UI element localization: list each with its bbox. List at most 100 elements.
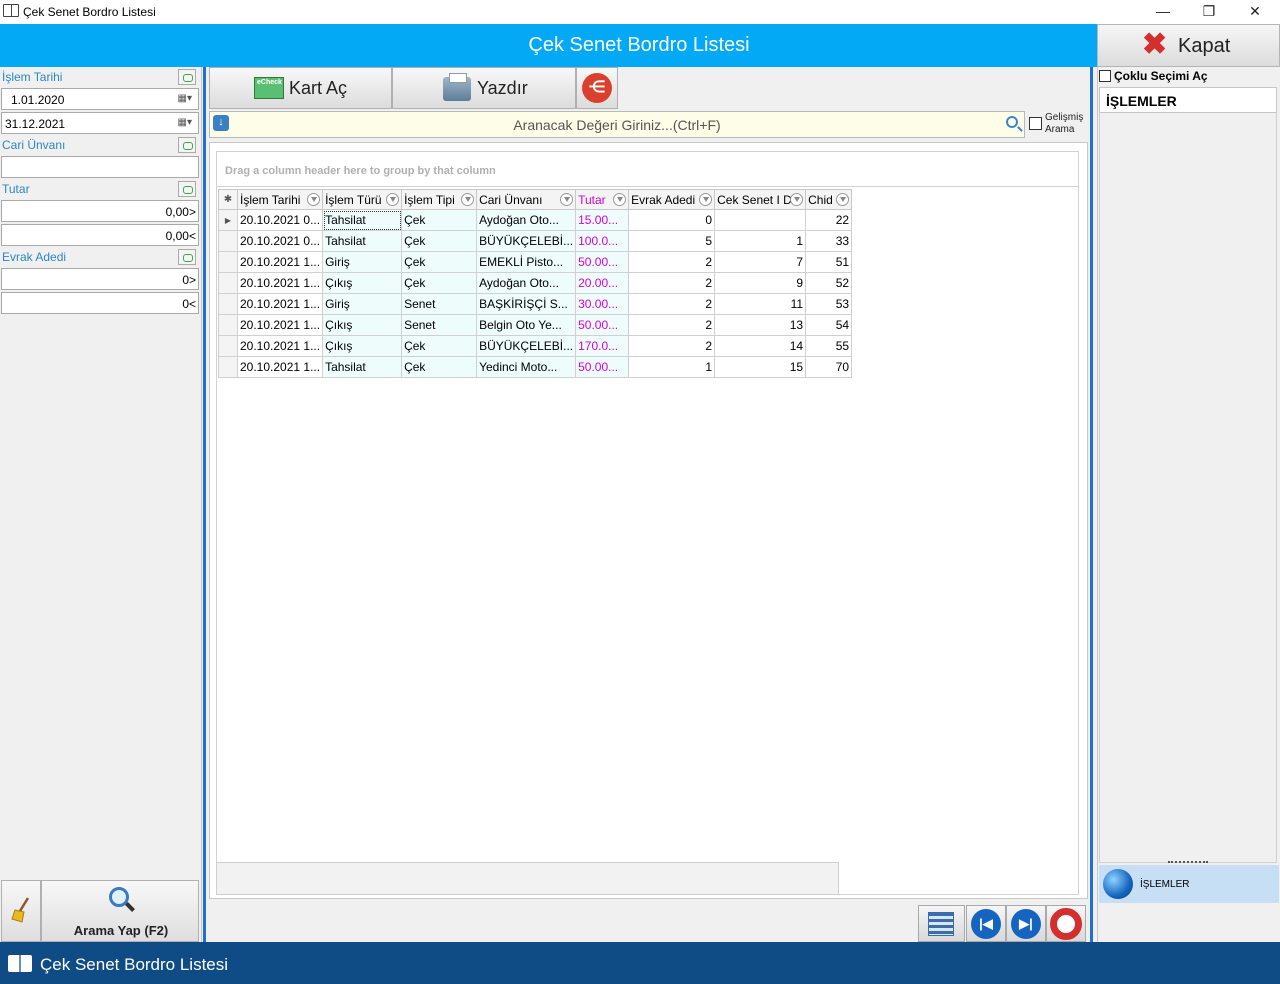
islemler-nav-item[interactable]: İŞLEMLER [1099,865,1279,903]
table-cell[interactable]: 20.10.2021 1... [236,356,324,378]
table-cell[interactable]: Giriş [322,251,403,273]
clear-filters-button[interactable] [1,880,41,942]
table-cell[interactable]: BAŞKİRİŞÇİ S... [476,293,577,315]
row-indicator[interactable]: ▶ [218,209,238,231]
table-cell[interactable] [714,209,807,231]
table-cell[interactable]: Çek [401,251,478,273]
table-cell[interactable]: 51 [805,251,853,273]
right-splitter[interactable] [1090,67,1093,942]
table-cell[interactable]: 30.00... [575,293,630,315]
table-cell[interactable]: 2 [628,251,716,273]
table-cell[interactable]: Aydoğan Oto... [476,209,577,231]
table-cell[interactable]: Çek [401,272,478,294]
table-row[interactable]: 20.10.2021 1... Tahsilat Çek Yedinci Moto..… [218,356,853,378]
row-indicator[interactable] [218,230,238,252]
row-indicator[interactable] [218,356,238,378]
advanced-search-checkbox[interactable]: Gelişmiş Arama [1029,112,1089,138]
filter-icon[interactable] [461,193,475,206]
table-cell[interactable]: 15 [714,356,807,378]
date-to-field[interactable]: 31.12.2021 ▦▾ [1,112,199,134]
table-cell[interactable]: Belgin Oto Ye... [476,314,577,336]
evrak-max-field[interactable]: 0< [1,292,199,314]
table-cell[interactable]: 20.10.2021 1... [236,335,324,357]
row-indicator[interactable] [218,293,238,315]
table-row[interactable]: 20.10.2021 1... Çıkış Çek BÜYÜKÇELEBİ... 170… [218,335,853,357]
row-indicator[interactable] [218,272,238,294]
table-cell[interactable]: 52 [805,272,853,294]
table-cell[interactable]: 54 [805,314,853,336]
table-cell[interactable]: 20.10.2021 1... [236,272,324,294]
islem-tarihi-apply-icon[interactable] [178,69,196,85]
filter-icon[interactable] [836,193,850,206]
close-window-button[interactable]: ✕ [1232,0,1278,24]
table-cell[interactable]: Çek [401,335,478,357]
table-cell[interactable]: 5 [628,230,716,252]
date-from-field[interactable]: 1.01.2020 ▦▾ [1,88,199,110]
filter-icon[interactable] [699,193,713,206]
table-cell[interactable]: Çek [401,356,478,378]
table-cell[interactable]: 1 [714,230,807,252]
advanced-search-box[interactable] [1029,117,1042,130]
search-icon[interactable] [1006,116,1018,128]
col-cari-unvani[interactable]: Cari Ünvanı [476,189,577,210]
column-chooser-button[interactable] [918,905,965,942]
table-cell[interactable]: BÜYÜKÇELEBİ... [476,335,577,357]
minimize-button[interactable]: — [1140,0,1186,24]
col-evrak-adedi[interactable]: Evrak Adedi [628,189,716,210]
table-cell[interactable]: Çek [401,209,478,231]
table-row[interactable]: 20.10.2021 0... Tahsilat Çek BÜYÜKÇELEBİ...… [218,230,853,252]
table-cell[interactable]: Yedinci Moto... [476,356,577,378]
restore-button[interactable]: ❐ [1186,0,1232,24]
table-cell[interactable]: 2 [628,335,716,357]
table-cell[interactable]: Tahsilat [322,230,403,252]
table-cell[interactable]: 11 [714,293,807,315]
col-cek-senet-id[interactable]: Cek Senet I D [714,189,807,210]
group-panel[interactable]: Drag a column header here to group by th… [216,151,1079,187]
table-cell[interactable]: Çek [401,230,478,252]
table-cell[interactable]: 9 [714,272,807,294]
table-cell[interactable]: 14 [714,335,807,357]
table-cell[interactable]: 7 [714,251,807,273]
filter-icon[interactable] [386,193,400,206]
filter-icon[interactable] [613,193,627,206]
table-cell[interactable]: 0 [628,209,716,231]
table-cell[interactable]: Tahsilat [322,356,403,378]
table-cell[interactable]: 100.0... [575,230,630,252]
table-cell[interactable]: 15.00... [575,209,630,231]
kart-ac-button[interactable]: Kart Aç [209,67,392,109]
tutar-max-field[interactable]: 0,00< [1,224,199,246]
calendar-dropdown-icon[interactable]: ▦▾ [178,117,192,128]
col-islem-tarihi[interactable]: İşlem Tarihi [236,189,324,210]
tutar-apply-icon[interactable] [178,181,196,197]
evrak-min-field[interactable]: 0> [1,268,199,290]
row-indicator[interactable] [218,314,238,336]
table-cell[interactable]: Çıkış [322,272,403,294]
table-cell[interactable]: 2 [628,272,716,294]
table-cell[interactable]: BÜYÜKÇELEBİ... [476,230,577,252]
row-indicator[interactable] [218,335,238,357]
table-cell[interactable]: Tahsilat [322,209,403,231]
help-button[interactable] [1046,905,1086,942]
table-cell[interactable]: 22 [805,209,853,231]
table-cell[interactable]: 1 [628,356,716,378]
table-row[interactable]: 20.10.2021 1... Çıkış Çek Aydoğan Oto... 20.… [218,272,853,294]
table-cell[interactable]: 50.00... [575,251,630,273]
table-cell[interactable]: 20.10.2021 1... [236,251,324,273]
table-cell[interactable]: 170.0... [575,335,630,357]
table-row[interactable]: 20.10.2021 1... Giriş Senet BAŞKİRİŞÇİ S...… [218,293,853,315]
row-indicator[interactable] [218,251,238,273]
col-tutar[interactable]: Tutar [575,189,630,210]
filter-icon[interactable] [307,193,321,206]
first-record-button[interactable]: |◀ [966,905,1006,942]
table-cell[interactable]: 2 [628,314,716,336]
multi-select-box[interactable] [1099,70,1111,82]
col-chid[interactable]: Chid [805,189,853,210]
table-cell[interactable]: 53 [805,293,853,315]
table-cell[interactable]: Aydoğan Oto... [476,272,577,294]
share-button[interactable]: ⋲ [576,67,618,109]
table-cell[interactable]: 20.10.2021 0... [236,209,324,231]
table-cell[interactable]: 50.00... [575,314,630,336]
table-cell[interactable]: 20.10.2021 0... [236,230,324,252]
col-islem-tipi[interactable]: İşlem Tipi [401,189,478,210]
table-cell[interactable]: 70 [805,356,853,378]
